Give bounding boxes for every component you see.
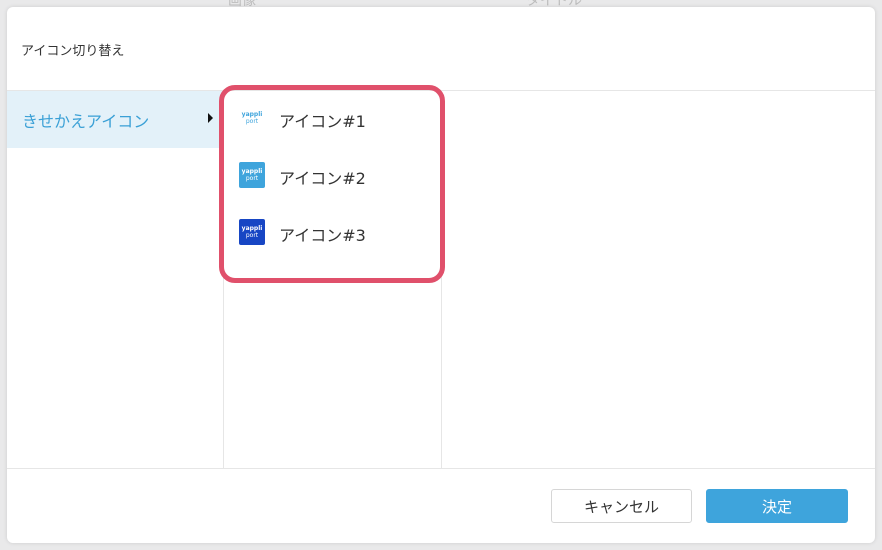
- thumb-text-line1: yappli: [241, 168, 263, 175]
- thumb-text-line1: yappli: [241, 225, 263, 232]
- column-divider-1: [223, 91, 224, 468]
- thumb-text-line2: port: [245, 118, 259, 125]
- thumb-text-line2: port: [245, 232, 259, 239]
- icon-switch-dialog: アイコン切り替え きせかえアイコン yappli port アイコン#1 yap…: [7, 7, 875, 543]
- dialog-title: アイコン切り替え: [21, 44, 125, 59]
- category-item-kisekae-icon[interactable]: きせかえアイコン: [7, 91, 223, 148]
- yappli-port-logo-icon: yappli port: [239, 162, 265, 188]
- thumb-text-line1: yappli: [241, 111, 263, 118]
- icon-option-label: アイコン#1: [279, 112, 366, 131]
- triangle-right-icon: [208, 113, 213, 123]
- icon-option-label: アイコン#3: [279, 226, 366, 245]
- category-item-label: きせかえアイコン: [22, 112, 150, 131]
- icon-option-1[interactable]: yappli port アイコン#1: [229, 98, 429, 142]
- icon-option-3[interactable]: yappli port アイコン#3: [229, 212, 429, 256]
- thumb-text-line2: port: [245, 175, 259, 182]
- yappli-port-logo-icon: yappli port: [239, 219, 265, 245]
- icon-option-label: アイコン#2: [279, 169, 366, 188]
- cancel-button[interactable]: キャンセル: [551, 489, 692, 523]
- dialog-footer: キャンセル 決定: [7, 468, 875, 543]
- icon-option-2[interactable]: yappli port アイコン#2: [229, 155, 429, 199]
- column-divider-2: [441, 91, 442, 468]
- ok-button[interactable]: 決定: [706, 489, 848, 523]
- dialog-header: アイコン切り替え: [7, 7, 875, 91]
- yappli-port-logo-icon: yappli port: [239, 105, 265, 131]
